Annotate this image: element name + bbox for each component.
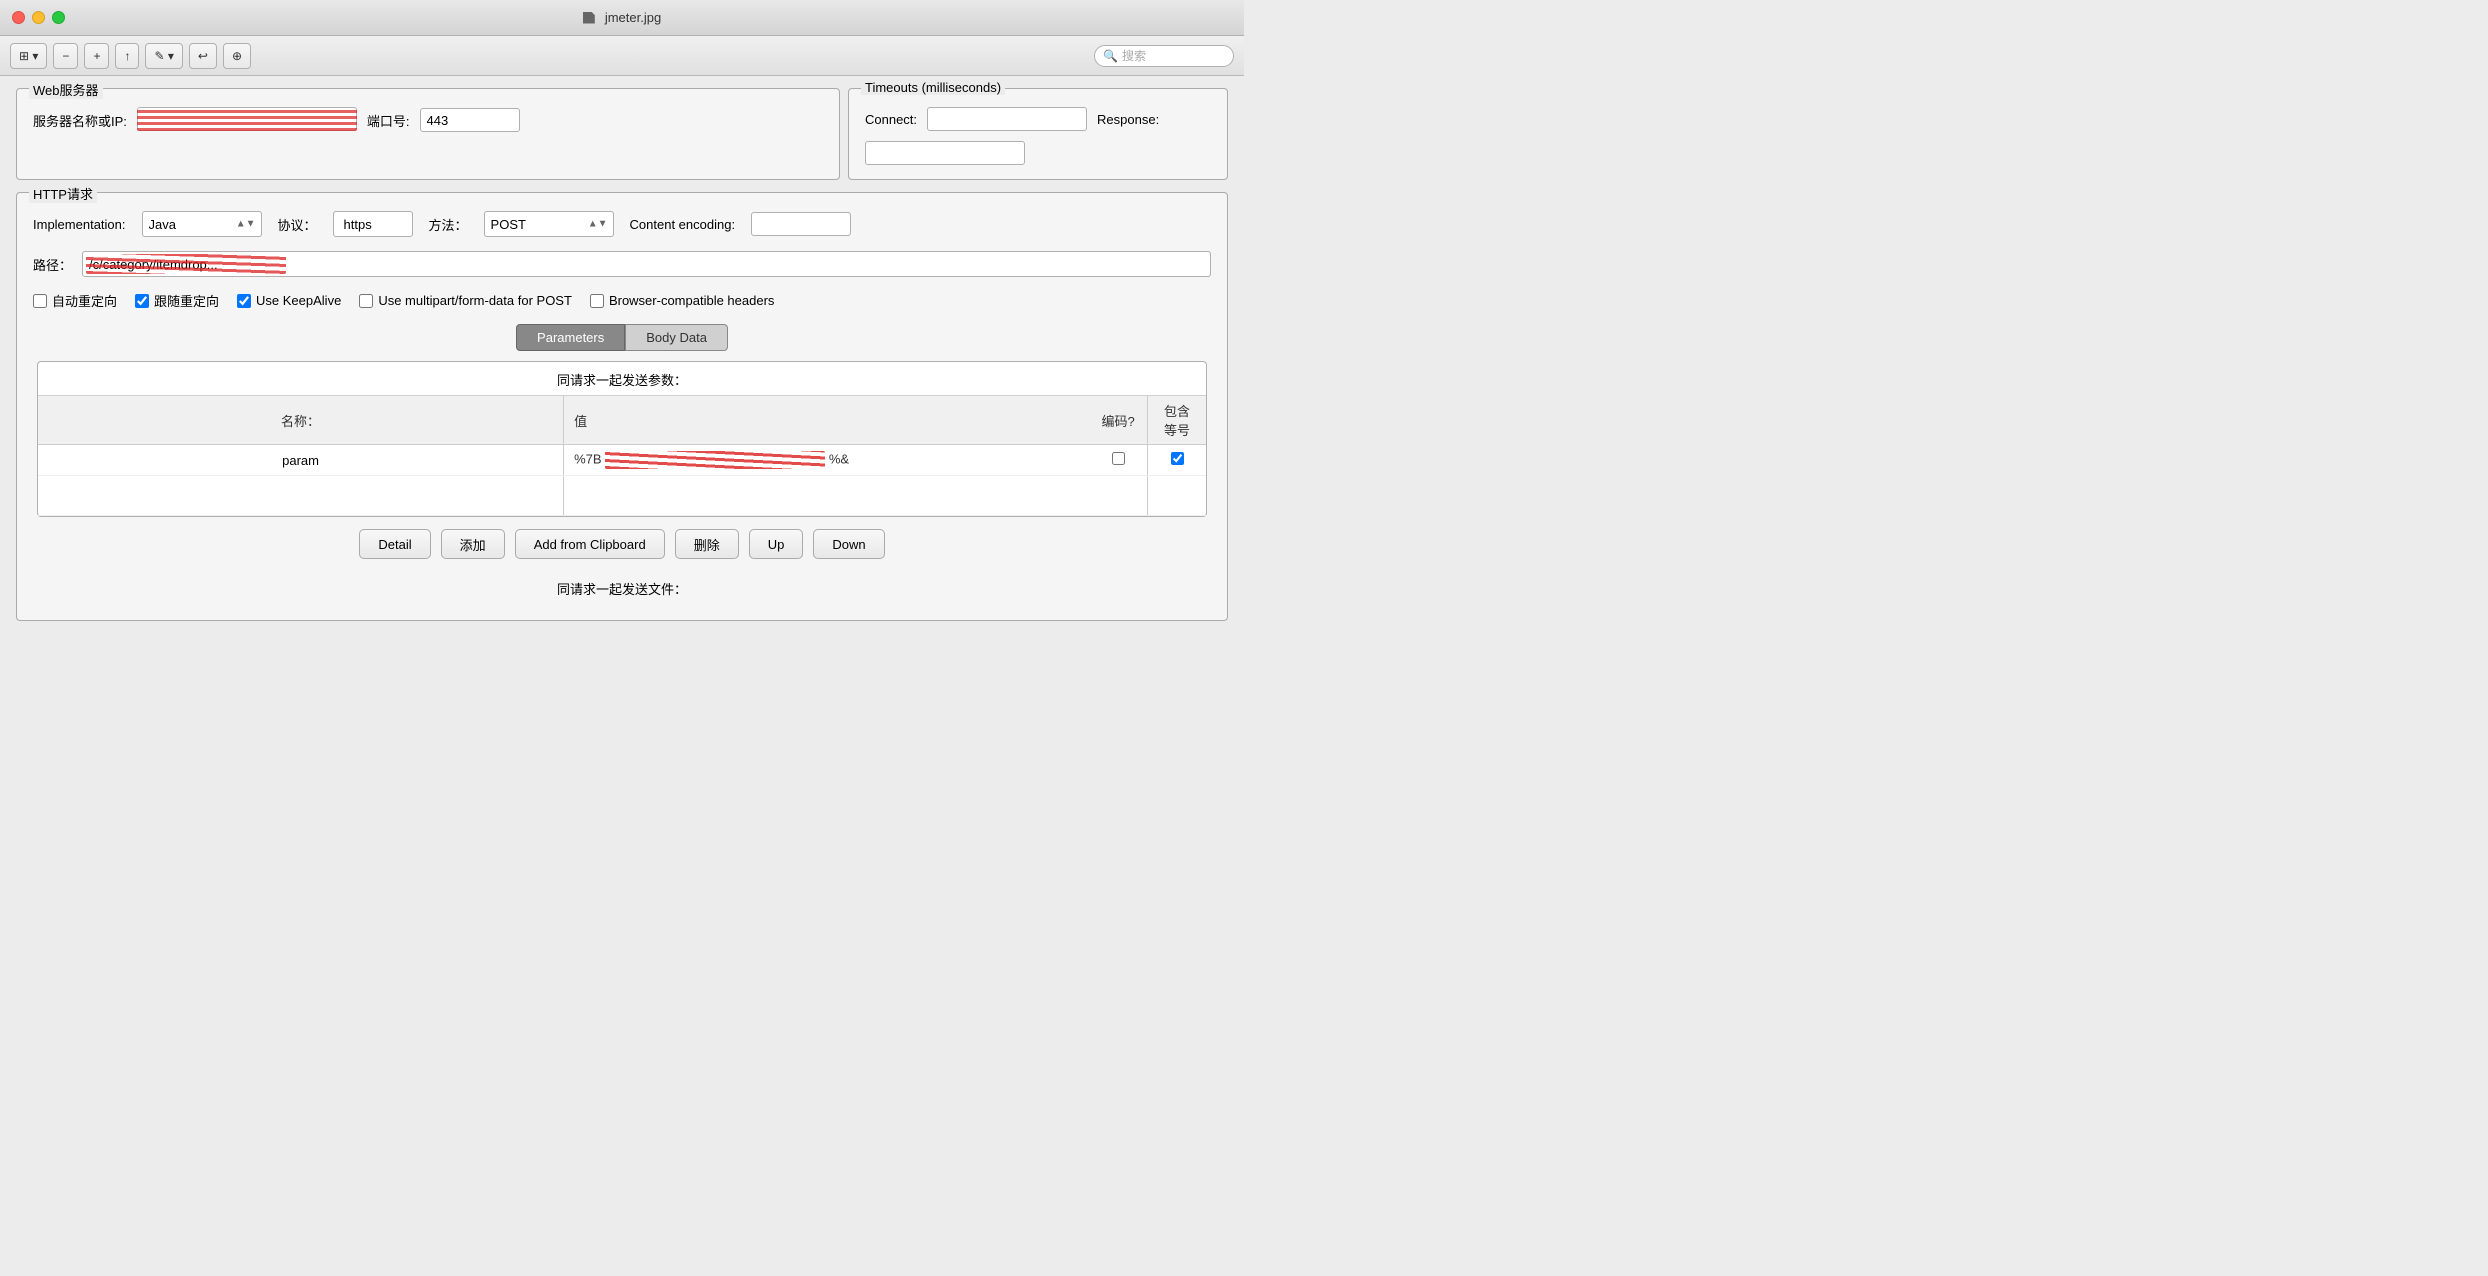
http-request-section: HTTP请求 Implementation: Java HttpClient3.… (16, 192, 1228, 621)
search-box[interactable]: 🔍 搜索 (1094, 45, 1234, 67)
keepalive-label: Use KeepAlive (256, 293, 341, 308)
response-input[interactable] (865, 141, 1025, 165)
params-table-header: 名称： 值 编码? 包含等号 (38, 396, 1206, 445)
server-timeouts-row: Web服务器 服务器名称或IP: 端口号: Timeouts (millisec… (16, 88, 1228, 180)
checkboxes-row: 自动重定向 跟随重定向 Use KeepAlive Use multipart/… (33, 291, 1211, 310)
auto-redirect-checkbox-item[interactable]: 自动重定向 (33, 291, 117, 310)
protocol-label: 协议： (278, 215, 317, 234)
up-button[interactable]: Up (749, 529, 804, 559)
web-server-section: Web服务器 服务器名称或IP: 端口号: (16, 88, 840, 180)
path-input[interactable] (82, 251, 1211, 277)
down-button[interactable]: Down (813, 529, 884, 559)
param-value-cell: %7B %& (564, 445, 1090, 476)
maximize-button[interactable] (52, 11, 65, 24)
delete-button[interactable]: 删除 (675, 529, 739, 559)
tabs-row: Parameters Body Data (33, 324, 1211, 351)
connect-input[interactable] (927, 107, 1087, 131)
follow-redirect-checkbox[interactable] (135, 294, 149, 308)
method-select[interactable]: POST GET PUT DELETE (484, 211, 614, 237)
response-label: Response: (1097, 112, 1159, 127)
col-name-header: 名称： (38, 396, 564, 445)
params-table: 名称： 值 编码? 包含等号 param %7B %& (38, 396, 1206, 516)
content-encoding-label: Content encoding: (630, 217, 736, 232)
zoom-out-button[interactable]: − (53, 43, 78, 69)
http-request-title: HTTP请求 (29, 184, 97, 203)
multipart-label: Use multipart/form-data for POST (378, 293, 572, 308)
value-redact-overlay (605, 451, 825, 469)
col-include-header: 包含等号 (1148, 396, 1206, 445)
port-input[interactable] (420, 108, 520, 132)
keepalive-checkbox[interactable] (237, 294, 251, 308)
table-row-empty (38, 476, 1206, 516)
minimize-button[interactable] (32, 11, 45, 24)
implementation-row: Implementation: Java HttpClient3.1 HttpC… (33, 211, 1211, 237)
server-name-input[interactable] (137, 107, 357, 131)
timeouts-title: Timeouts (milliseconds) (861, 80, 1005, 95)
content-encoding-input[interactable] (751, 212, 851, 236)
back-button[interactable]: ↩ (189, 43, 217, 69)
method-label: 方法： (429, 215, 468, 234)
tab-parameters[interactable]: Parameters (516, 324, 625, 351)
path-label: 路径： (33, 255, 72, 274)
edit-button[interactable]: ✎ ▾ (145, 43, 182, 69)
params-subtitle: 同请求一起发送参数： (38, 362, 1206, 396)
follow-redirect-checkbox-item[interactable]: 跟随重定向 (135, 291, 219, 310)
zoom-in-button[interactable]: + (84, 43, 109, 69)
multipart-checkbox-item[interactable]: Use multipart/form-data for POST (359, 293, 572, 308)
forward-button[interactable]: ⊕ (223, 43, 251, 69)
param-encode-cell (1089, 445, 1147, 476)
method-select-wrapper: POST GET PUT DELETE ▲▼ (484, 211, 614, 237)
timeouts-section: Timeouts (milliseconds) Connect: Respons… (848, 88, 1228, 180)
traffic-lights (12, 11, 65, 24)
params-area: 同请求一起发送参数： 名称： 值 编码? 包含等号 param %7B (37, 361, 1207, 517)
protocol-value: https (333, 211, 413, 237)
files-subtitle: 同请求一起发送文件： (33, 571, 1211, 606)
add-from-clipboard-button[interactable]: Add from Clipboard (515, 529, 665, 559)
main-content: Web服务器 服务器名称或IP: 端口号: Timeouts (millisec… (0, 76, 1244, 645)
browser-headers-checkbox[interactable] (590, 294, 604, 308)
detail-button[interactable]: Detail (359, 529, 430, 559)
implementation-select[interactable]: Java HttpClient3.1 HttpClient4 (142, 211, 262, 237)
col-value-header: 值 (564, 396, 1090, 445)
browser-headers-label: Browser-compatible headers (609, 293, 774, 308)
table-row: param %7B %& (38, 445, 1206, 476)
tab-body-data[interactable]: Body Data (625, 324, 728, 351)
param-include-cell (1148, 445, 1206, 476)
auto-redirect-label: 自动重定向 (52, 291, 117, 310)
file-type-icon (583, 12, 595, 24)
col-encode-header: 编码? (1089, 396, 1147, 445)
action-buttons: Detail 添加 Add from Clipboard 删除 Up Down (33, 529, 1211, 559)
multipart-checkbox[interactable] (359, 294, 373, 308)
server-form-row: 服务器名称或IP: 端口号: (33, 107, 823, 133)
follow-redirect-label: 跟随重定向 (154, 291, 219, 310)
server-name-label: 服务器名称或IP: (33, 111, 127, 130)
encode-checkbox[interactable] (1112, 452, 1125, 465)
search-icon: 🔍 (1103, 49, 1118, 63)
share-button[interactable]: ↑ (115, 43, 139, 69)
toolbar: ⊞ ▾ − + ↑ ✎ ▾ ↩ ⊕ 🔍 搜索 (0, 36, 1244, 76)
implementation-label: Implementation: (33, 217, 126, 232)
include-checkbox[interactable] (1171, 452, 1184, 465)
auto-redirect-checkbox[interactable] (33, 294, 47, 308)
titlebar: jmeter.jpg (0, 0, 1244, 36)
browser-headers-checkbox-item[interactable]: Browser-compatible headers (590, 293, 774, 308)
connect-label: Connect: (865, 112, 917, 127)
implementation-select-wrapper: Java HttpClient3.1 HttpClient4 ▲▼ (142, 211, 262, 237)
timeouts-form-row: Connect: Response: (865, 107, 1211, 165)
sidebar-toggle-button[interactable]: ⊞ ▾ (10, 43, 47, 69)
window-title: jmeter.jpg (583, 10, 661, 25)
port-label: 端口号: (367, 111, 410, 130)
web-server-title: Web服务器 (29, 80, 103, 99)
close-button[interactable] (12, 11, 25, 24)
path-input-wrapper (82, 251, 1211, 277)
add-button[interactable]: 添加 (441, 529, 505, 559)
param-name-cell: param (38, 445, 564, 476)
keepalive-checkbox-item[interactable]: Use KeepAlive (237, 293, 341, 308)
path-row: 路径： (33, 251, 1211, 277)
